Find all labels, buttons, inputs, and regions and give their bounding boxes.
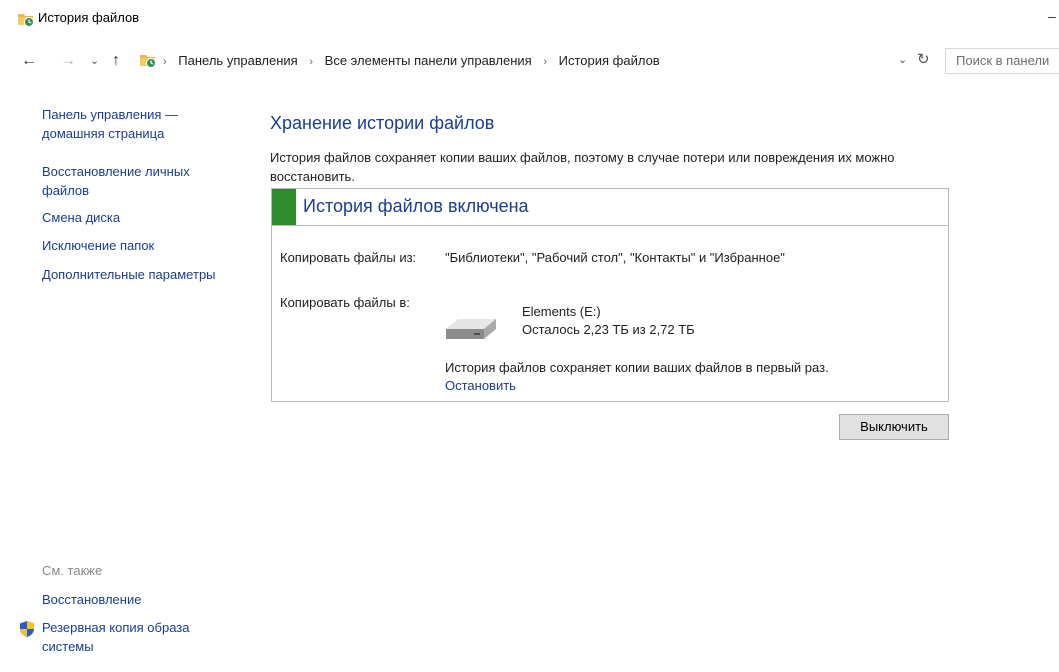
status-panel-header: История файлов включена: [272, 189, 948, 226]
sidebar: Панель управления — домашняя страница Во…: [0, 100, 250, 660]
title-bar: История файлов –: [0, 0, 1059, 36]
breadcrumb-all-items[interactable]: Все элементы панели управления: [325, 53, 532, 68]
sidebar-item-exclude-folders[interactable]: Исключение папок: [42, 236, 154, 255]
recent-locations-chevron-icon[interactable]: ⌄: [90, 54, 99, 67]
refresh-icon[interactable]: ↻: [917, 50, 930, 68]
back-arrow-icon[interactable]: ←: [21, 52, 37, 70]
sidebar-item-restore-personal-files[interactable]: Восстановление личных файлов: [42, 162, 190, 200]
chevron-right-icon[interactable]: ›: [543, 56, 547, 68]
search-input[interactable]: [946, 49, 1059, 68]
copy-from-label: Копировать файлы из:: [280, 250, 417, 265]
sidebar-item-control-panel-home[interactable]: Панель управления — домашняя страница: [42, 105, 178, 143]
drive-name: Elements (E:): [522, 304, 601, 319]
status-title: История файлов включена: [303, 196, 529, 216]
stop-backup-link[interactable]: Остановить: [445, 378, 516, 393]
chevron-right-icon: ›: [163, 56, 167, 68]
see-also-heading: См. также: [42, 563, 103, 578]
copy-from-value: "Библиотеки", "Рабочий стол", "Контакты"…: [445, 250, 785, 265]
drive-free-space: Осталось 2,23 ТБ из 2,72 ТБ: [522, 322, 695, 337]
page-description: История файлов сохраняет копии ваших фай…: [270, 150, 895, 184]
address-dropdown-chevron-icon[interactable]: ⌄: [898, 53, 907, 66]
file-history-icon: [140, 55, 156, 68]
turn-off-button[interactable]: Выключить: [839, 414, 949, 440]
minimize-button[interactable]: –: [1048, 8, 1056, 24]
breadcrumb-control-panel[interactable]: Панель управления: [178, 53, 297, 68]
external-drive-icon: [446, 319, 496, 339]
backup-progress-message: История файлов сохраняет копии ваших фай…: [445, 360, 829, 375]
window-title: История файлов: [38, 10, 140, 25]
address-bar[interactable]: › Панель управления › Все элементы панел…: [135, 48, 935, 74]
up-arrow-icon[interactable]: ↑: [112, 52, 120, 70]
breadcrumb: › Панель управления › Все элементы панел…: [163, 53, 660, 68]
navigation-row: ← → ⌄ ↑ › Панель управления › Все элемен…: [0, 44, 1059, 82]
sidebar-item-advanced-settings[interactable]: Дополнительные параметры: [42, 265, 216, 284]
page-title: Хранение истории файлов: [270, 113, 495, 133]
chevron-right-icon[interactable]: ›: [309, 56, 313, 68]
status-panel: История файлов включена Копировать файлы…: [271, 188, 949, 402]
see-also-recovery-link[interactable]: Восстановление: [42, 590, 141, 609]
copy-to-label: Копировать файлы в:: [280, 295, 410, 310]
search-box: [945, 48, 1059, 74]
status-indicator: [272, 189, 296, 225]
file-history-icon: [18, 14, 34, 27]
sidebar-item-select-drive[interactable]: Смена диска: [42, 208, 120, 227]
see-also-system-image-backup-link[interactable]: Резервная копия образа системы: [42, 618, 189, 656]
uac-shield-icon: [20, 621, 34, 637]
breadcrumb-file-history[interactable]: История файлов: [559, 53, 660, 68]
forward-arrow-icon[interactable]: →: [60, 52, 76, 70]
